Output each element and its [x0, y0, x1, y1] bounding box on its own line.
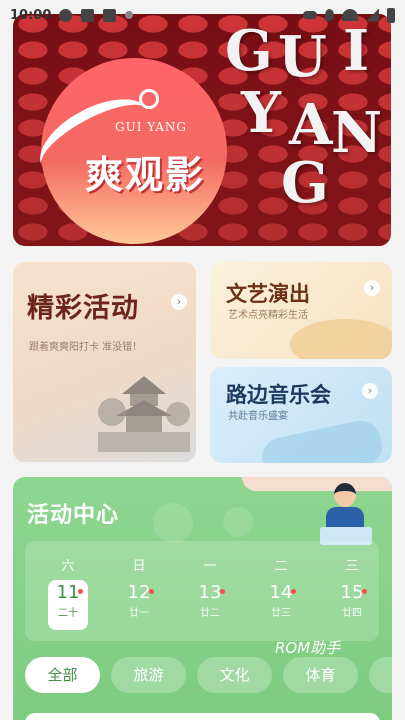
location-pin-icon	[325, 9, 334, 21]
chevron-right-icon: ›	[362, 383, 378, 399]
letter-y: Y	[241, 80, 281, 146]
alert-icon	[59, 8, 73, 22]
fan-decoration	[290, 319, 392, 359]
filter-all[interactable]: 全部	[25, 657, 100, 693]
letter-g2: G	[281, 150, 329, 216]
music-title: 路边音乐会	[226, 383, 331, 407]
letter-n: N	[331, 100, 383, 166]
letter-u: U	[278, 24, 327, 90]
activity-center-title: 活动中心	[27, 503, 120, 528]
logo-title: 爽观影	[85, 153, 206, 197]
lunar-date: 廿一	[129, 608, 149, 619]
app-icon	[103, 8, 117, 22]
letter-a: A	[289, 92, 333, 158]
event-dot	[362, 589, 367, 594]
weekday-label: 一	[203, 559, 217, 574]
weekday-label: 二	[274, 559, 288, 574]
chevron-right-icon: ›	[171, 294, 187, 310]
date-picker: 六 11 二十 日 12 廿一 一 13 廿二 二 14 廿三 三 15 廿四	[25, 541, 379, 641]
events-title: 精彩活动	[27, 293, 139, 324]
guitar-decoration	[258, 417, 386, 463]
event-dot	[291, 589, 296, 594]
presenter-head	[334, 483, 356, 507]
lunar-date: 廿四	[342, 608, 362, 619]
arts-card[interactable]: 文艺演出 艺术点亮精彩生活 ›	[210, 262, 392, 359]
filter-culture[interactable]: 文化	[197, 657, 272, 693]
status-bar: 10:00	[0, 0, 405, 30]
pagoda-illustration	[98, 376, 190, 452]
promo-banner[interactable]: GUI YANG 爽观影 G U I Y A N G	[13, 14, 391, 246]
arts-subtitle: 艺术点亮精彩生活	[228, 310, 308, 321]
city-emblem-icon	[139, 89, 159, 109]
battery-icon	[387, 7, 395, 23]
location-icon	[125, 11, 134, 19]
category-filters: 全部 旅游 文化 体育	[25, 657, 392, 697]
filter-more[interactable]	[369, 657, 392, 693]
weekday-label: 三	[345, 559, 359, 574]
logo-circle: GUI YANG 爽观影	[27, 58, 227, 244]
date-item[interactable]: 三 15 廿四	[332, 555, 372, 619]
decor-blob	[153, 503, 193, 543]
download-icon	[81, 8, 95, 22]
music-card[interactable]: 路边音乐会 共赴音乐盛宴 ›	[210, 367, 392, 463]
lunar-date: 二十	[58, 608, 78, 619]
activity-center: 活动中心 六 11 二十 日 12 廿一 一 13 廿二 二 14 廿三 三 1…	[13, 477, 392, 720]
event-dot	[78, 589, 83, 594]
lunar-date: 廿三	[271, 608, 291, 619]
activity-list-top	[25, 713, 380, 720]
signal-icon	[366, 8, 379, 22]
date-item[interactable]: 六 11 二十	[48, 555, 88, 630]
decor-blob	[223, 507, 253, 537]
wifi-icon	[342, 9, 358, 21]
date-item[interactable]: 一 13 廿二	[190, 555, 230, 619]
status-right	[303, 7, 395, 23]
filter-travel[interactable]: 旅游	[111, 657, 186, 693]
event-dot	[149, 589, 154, 594]
date-item[interactable]: 二 14 廿三	[261, 555, 301, 619]
chevron-right-icon: ›	[364, 280, 380, 296]
status-time: 10:00	[10, 7, 52, 23]
filter-sports[interactable]: 体育	[283, 657, 358, 693]
arts-title: 文艺演出	[226, 282, 310, 306]
weekday-label: 六	[61, 559, 75, 574]
logo-small-text: GUI YANG	[115, 120, 187, 134]
event-dot	[220, 589, 225, 594]
key-icon	[303, 11, 317, 19]
date-item[interactable]: 日 12 廿一	[119, 555, 159, 619]
weekday-label: 日	[132, 559, 146, 574]
events-subtitle: 跟着爽爽阳打卡 准没错！	[29, 342, 143, 353]
events-card[interactable]: 精彩活动 跟着爽爽阳打卡 准没错！ ›	[13, 262, 196, 462]
presenter-illustration	[320, 481, 372, 547]
lunar-date: 廿二	[200, 608, 220, 619]
music-subtitle: 共赴音乐盛宴	[228, 411, 288, 422]
watermark-text: ROM助手	[275, 639, 341, 657]
